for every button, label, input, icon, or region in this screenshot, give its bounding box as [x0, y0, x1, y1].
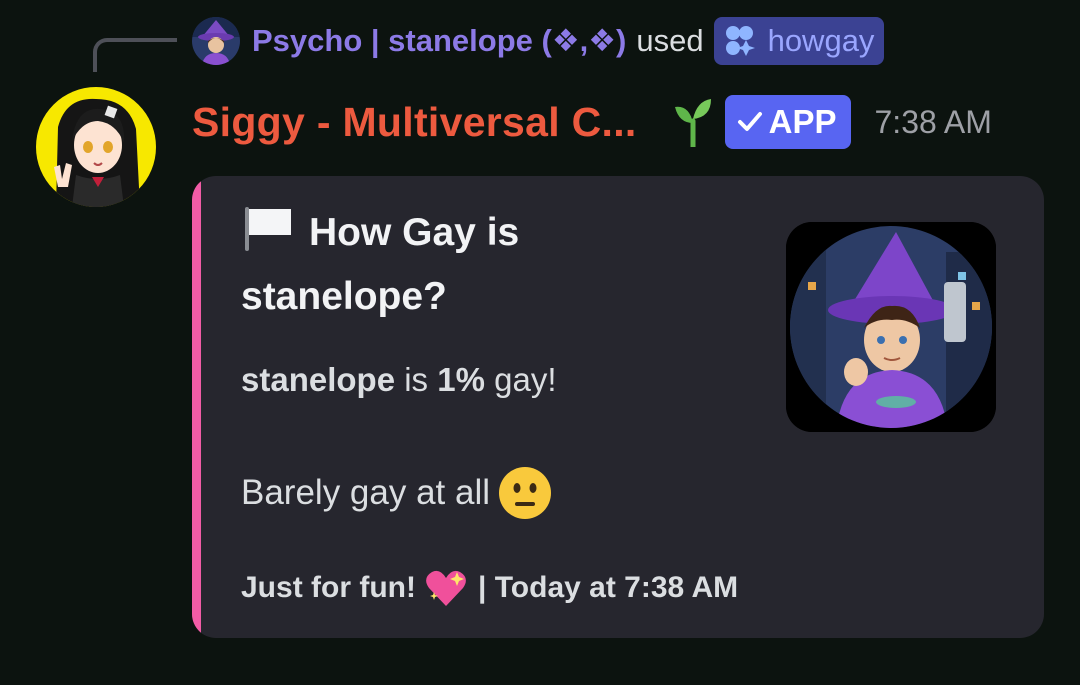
embed-card: How Gay is stanelope? stanelope is 1% ga…	[192, 176, 1044, 638]
neutral-face-icon	[498, 466, 552, 520]
embed-title: How Gay is stanelope?	[241, 204, 711, 326]
embed-is-text: is	[404, 361, 429, 398]
embed-verdict-text: Barely gay at all	[241, 473, 491, 512]
embed-suffix: gay!	[494, 361, 557, 398]
command-user-name[interactable]: Psycho | stanelope (❖,❖)	[252, 23, 626, 59]
embed-footer: Just for fun! | Today at 7:38 AM	[241, 568, 738, 608]
app-badge-label: APP	[768, 103, 837, 140]
reply-spine	[93, 38, 177, 72]
embed-accent-bar	[192, 176, 201, 638]
white-flag-icon	[241, 205, 295, 268]
command-user-avatar[interactable]	[192, 17, 240, 65]
discord-message: Psycho | stanelope (❖,❖) used howgay Sig…	[0, 0, 1080, 685]
slash-command-icon	[722, 24, 758, 58]
message-header: Siggy - Multiversal C... APP 7:38 AM	[192, 92, 992, 152]
bot-name[interactable]: Siggy - Multiversal C...	[192, 99, 637, 146]
seedling-icon	[673, 97, 713, 147]
embed-verdict: Barely gay at all	[241, 466, 552, 520]
checkmark-icon	[737, 110, 763, 134]
embed-target-name: stanelope	[241, 361, 396, 398]
command-used-line: Psycho | stanelope (❖,❖) used howgay	[192, 14, 885, 68]
message-timestamp[interactable]: 7:38 AM	[875, 104, 992, 141]
app-badge: APP	[724, 95, 851, 149]
embed-percent: 1%	[437, 361, 485, 398]
bot-avatar[interactable]	[36, 87, 156, 207]
sparkling-heart-icon	[424, 568, 468, 608]
embed-footer-text: Just for fun!	[241, 571, 416, 604]
embed-footer-timestamp: | Today at 7:38 AM	[477, 571, 739, 604]
command-name: howgay	[767, 23, 875, 58]
embed-description: stanelope is 1% gay!	[241, 358, 761, 402]
command-name-pill[interactable]: howgay	[713, 17, 885, 65]
command-used-label: used	[636, 23, 704, 58]
embed-thumbnail[interactable]	[786, 222, 996, 432]
